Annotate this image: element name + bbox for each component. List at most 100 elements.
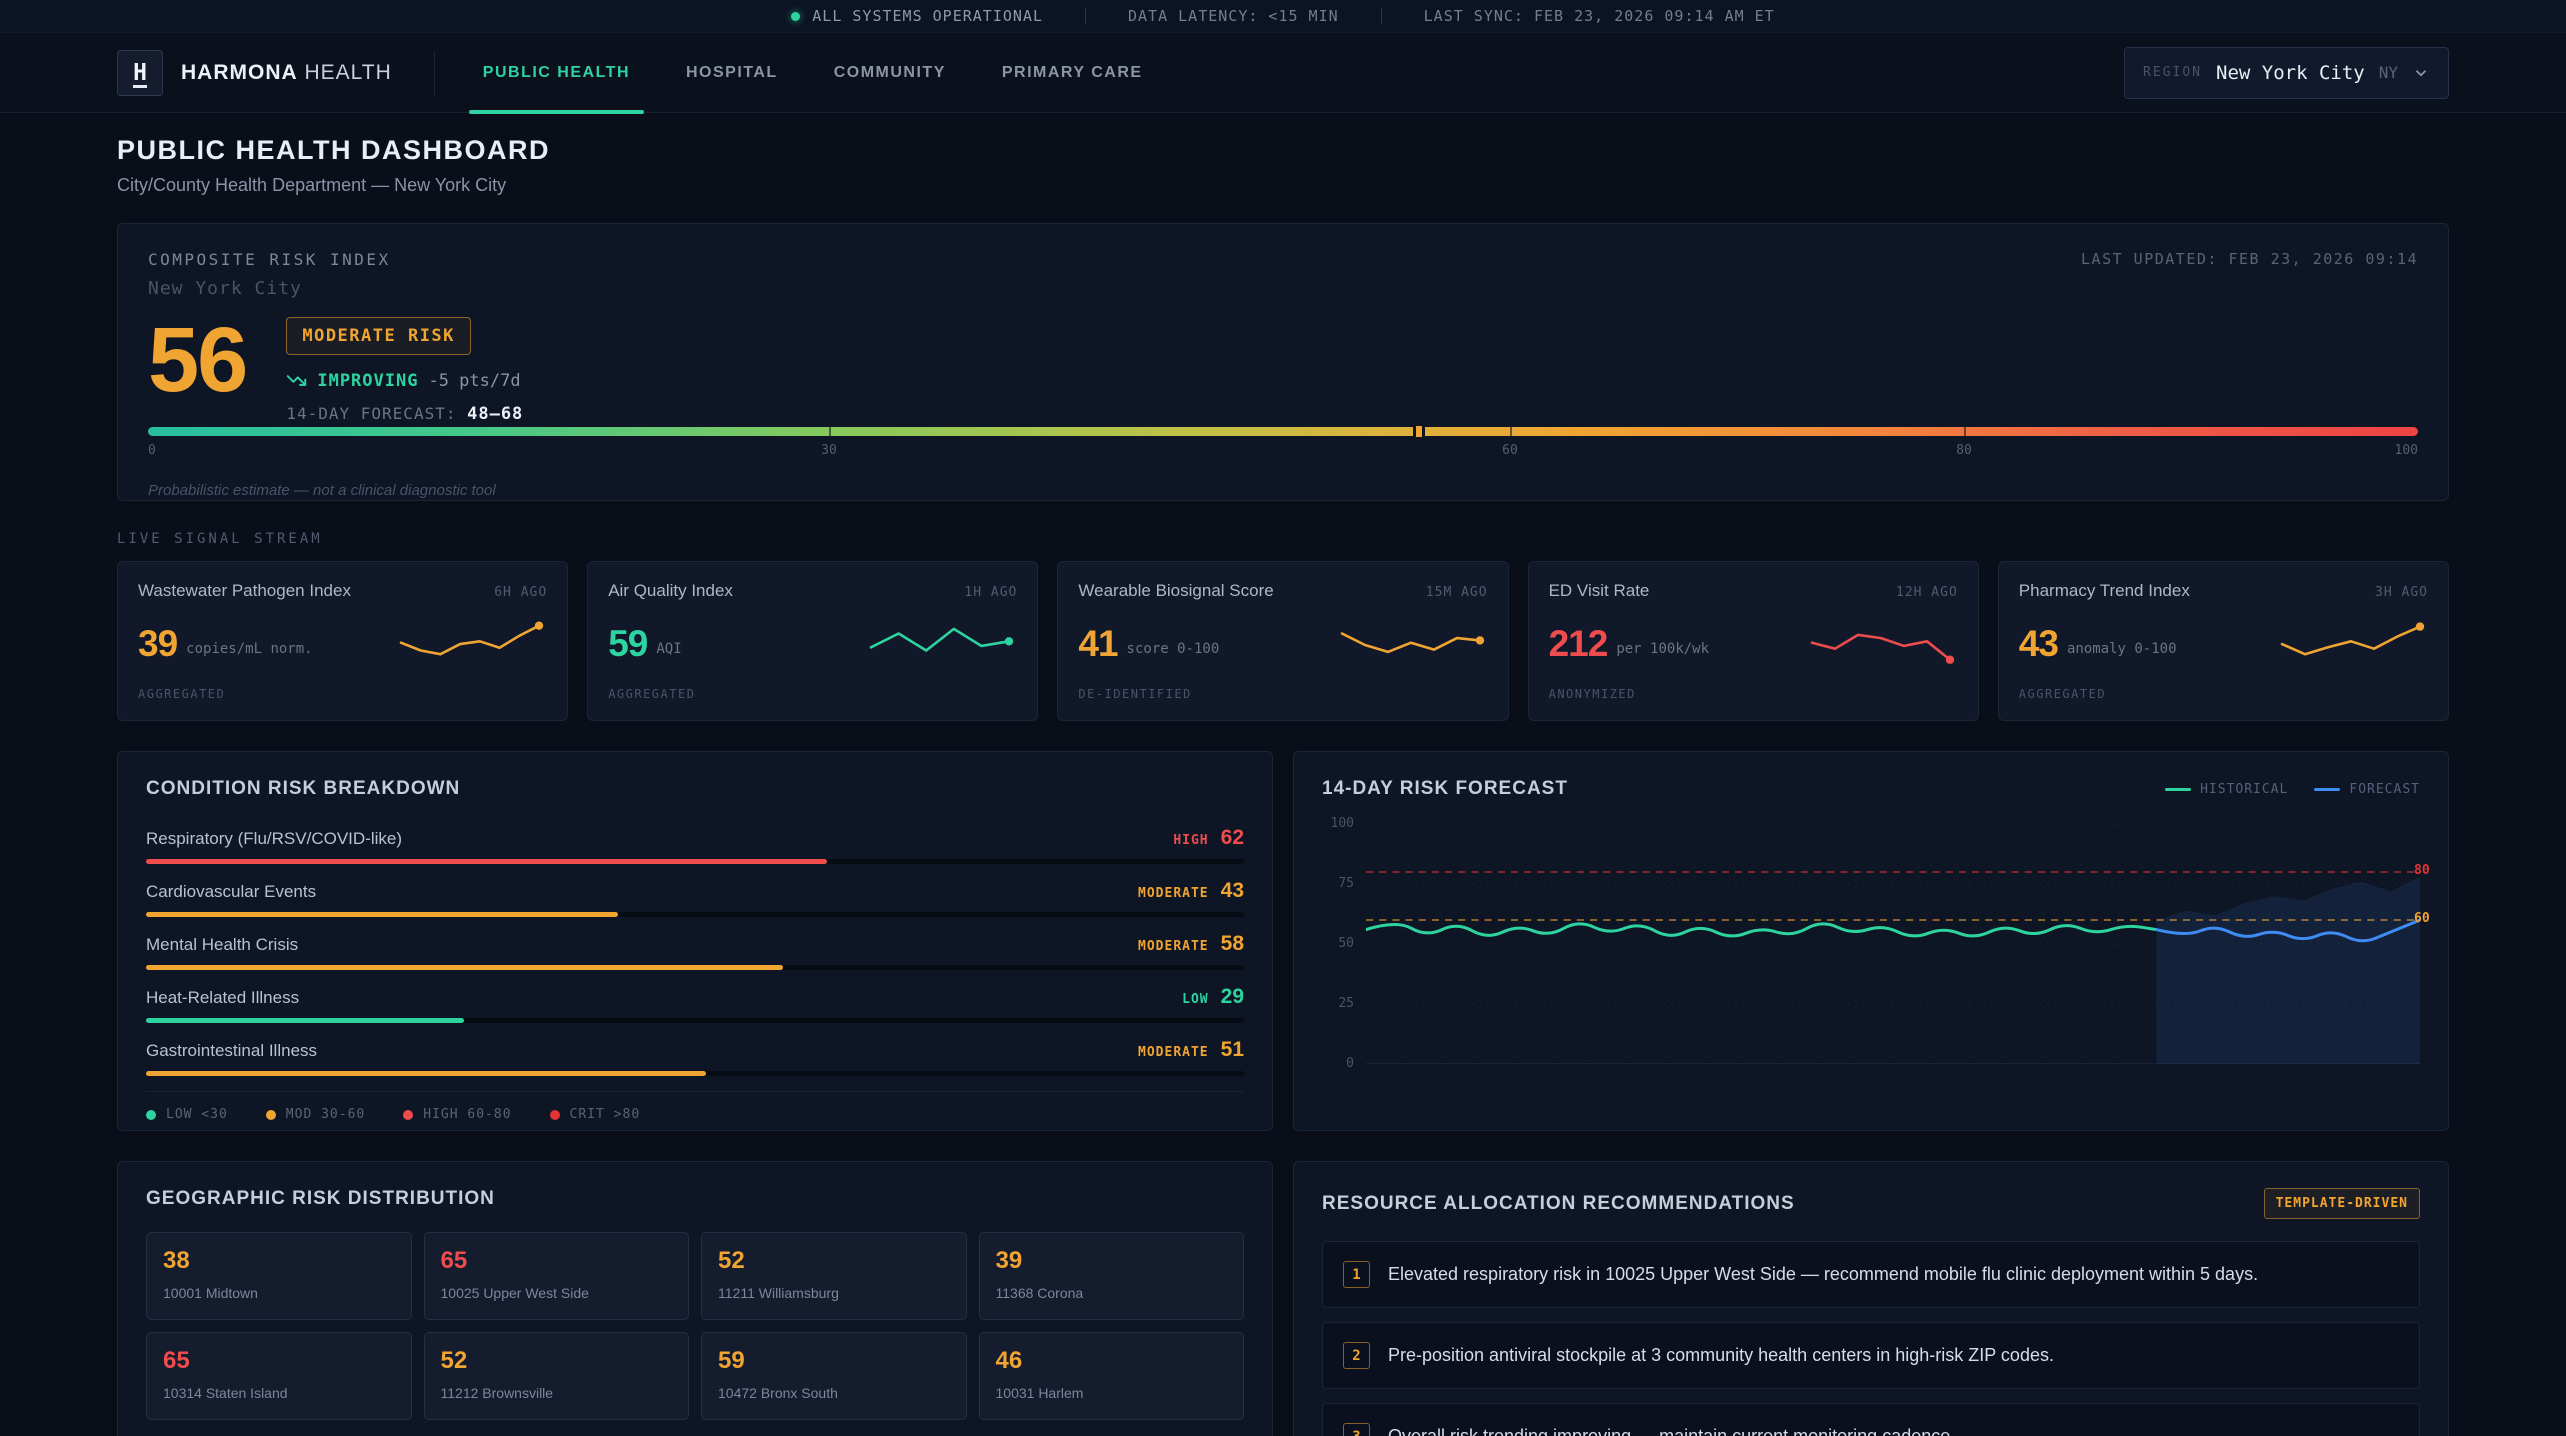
condition-row-cardiovascular: Cardiovascular Events MODERATE 43 xyxy=(146,879,1244,917)
y-tick: 25 xyxy=(1338,996,1354,1011)
zip-tile-10031: 46 10031 Harlem xyxy=(979,1332,1245,1420)
legend-moderate: MOD 30-60 xyxy=(266,1107,365,1122)
gauge-tick: 30 xyxy=(821,443,837,458)
condition-risk-card: CONDITION RISK BREAKDOWN Respiratory (Fl… xyxy=(117,751,1273,1131)
gauge-marker xyxy=(1413,423,1425,440)
legend-dot-icon xyxy=(403,1110,413,1120)
condition-name: Mental Health Crisis xyxy=(146,935,298,955)
trend-word: IMPROVING xyxy=(317,371,418,391)
tab-label: PUBLIC HEALTH xyxy=(483,64,630,82)
condition-bar xyxy=(146,1071,706,1076)
zip-risk-value: 39 xyxy=(996,1247,1228,1275)
zip-tile-grid: 3810001 Midtown 6510025 Upper West Side … xyxy=(146,1232,1244,1420)
forecast-title: 14-DAY RISK FORECAST xyxy=(1322,778,1568,800)
severity-label: MODERATE xyxy=(1138,886,1209,901)
template-driven-badge: TEMPLATE-DRIVEN xyxy=(2264,1188,2420,1219)
risk-gauge-bar xyxy=(148,427,2418,436)
legend-label: MOD 30-60 xyxy=(286,1107,365,1122)
legend-critical: CRIT >80 xyxy=(550,1107,641,1122)
zip-tile-10314: 6510314 Staten Island xyxy=(146,1332,412,1420)
condition-bar xyxy=(146,912,618,917)
legend-forecast: FORECAST xyxy=(2314,782,2420,797)
primary-nav: PUBLIC HEALTH HOSPITAL COMMUNITY PRIMARY… xyxy=(477,33,1149,113)
privacy-tag: AGGREGATED xyxy=(608,687,1017,701)
zip-tile-10472: 5910472 Bronx South xyxy=(701,1332,967,1420)
severity-label: MODERATE xyxy=(1138,939,1209,954)
signal-card-pharmacy: Pharmacy Trend Index3H AGO 43 anomaly 0-… xyxy=(1998,561,2449,721)
gauge-tick: 60 xyxy=(1502,443,1518,458)
signal-unit: anomaly 0-100 xyxy=(2067,641,2177,657)
zip-risk-value: 46 xyxy=(996,1347,1228,1375)
main-content: PUBLIC HEALTH DASHBOARD City/County Heal… xyxy=(0,135,2566,1436)
zip-label: 10031 Harlem xyxy=(996,1385,1228,1401)
privacy-tag: ANONYMIZED xyxy=(1549,687,1958,701)
brand-name: HARMONA HEALTH xyxy=(181,61,392,85)
recommendation-number: 2 xyxy=(1343,1342,1370,1369)
composite-risk-card: COMPOSITE RISK INDEX LAST UPDATED: FEB 2… xyxy=(117,223,2449,501)
condition-row-gastrointestinal: Gastrointestinal Illness MODERATE 51 xyxy=(146,1038,1244,1076)
forecast-plot-area: 80 60 xyxy=(1366,824,2420,1064)
disclaimer: Probabilistic estimate — not a clinical … xyxy=(148,482,496,499)
condition-value: 29 xyxy=(1221,985,1244,1009)
system-status-text: ALL SYSTEMS OPERATIONAL xyxy=(812,7,1043,25)
recommendation-text: Elevated respiratory risk in 10025 Upper… xyxy=(1388,1264,2258,1285)
zip-label: 10001 Midtown xyxy=(163,1285,395,1301)
condition-bar xyxy=(146,965,783,970)
data-latency-text: DATA LATENCY: <15 MIN xyxy=(1128,7,1339,25)
condition-row-heat: Heat-Related Illness LOW 29 xyxy=(146,985,1244,1023)
resources-title: RESOURCE ALLOCATION RECOMMENDATIONS xyxy=(1322,1193,1795,1215)
region-value: New York City xyxy=(2216,62,2365,84)
logo-letter: H xyxy=(133,60,147,86)
recommendation-3: 3 Overall risk trending improving — main… xyxy=(1322,1403,2420,1436)
region-selector[interactable]: REGION New York City NY xyxy=(2124,47,2449,99)
recommendation-text: Overall risk trending improving — mainta… xyxy=(1388,1426,1955,1436)
signal-name: Pharmacy Trend Index xyxy=(2019,581,2190,601)
severity-label: LOW xyxy=(1182,992,1208,1007)
signal-grid: Wastewater Pathogen Index6H AGO 39 copie… xyxy=(117,561,2449,721)
gauge-tick: 100 xyxy=(2395,443,2418,458)
tab-public-health[interactable]: PUBLIC HEALTH xyxy=(477,33,636,113)
gauge-tick: 80 xyxy=(1956,443,1972,458)
signal-unit: score 0-100 xyxy=(1127,641,1220,657)
tab-primary-care[interactable]: PRIMARY CARE xyxy=(996,33,1149,113)
last-sync: LAST SYNC: FEB 23, 2026 09:14 AM ET xyxy=(1424,7,1775,25)
app-header: H HARMONA HEALTH PUBLIC HEALTH HOSPITAL … xyxy=(0,33,2566,113)
condition-row-respiratory: Respiratory (Flu/RSV/COVID-like) HIGH 62 xyxy=(146,826,1244,864)
condition-value: 43 xyxy=(1221,879,1244,903)
y-tick: 50 xyxy=(1338,936,1354,951)
condition-row-mental-health: Mental Health Crisis MODERATE 58 xyxy=(146,932,1244,970)
legend-label: LOW <30 xyxy=(166,1107,228,1122)
recommendation-text: Pre-position antiviral stockpile at 3 co… xyxy=(1388,1345,2054,1366)
condition-name: Respiratory (Flu/RSV/COVID-like) xyxy=(146,829,402,849)
condition-name: Cardiovascular Events xyxy=(146,882,316,902)
zip-risk-value: 38 xyxy=(163,1247,395,1275)
sparkline-chart xyxy=(2278,615,2428,673)
tab-community[interactable]: COMMUNITY xyxy=(828,33,952,113)
zip-risk-value: 52 xyxy=(441,1347,673,1375)
zip-tile-10025: 65 10025 Upper West Side xyxy=(424,1232,690,1320)
condition-rows: Respiratory (Flu/RSV/COVID-like) HIGH 62… xyxy=(146,826,1244,1076)
legend-label: HISTORICAL xyxy=(2200,782,2288,797)
sparkline-chart xyxy=(397,615,547,673)
signal-card-wearable: Wearable Biosignal Score15M AGO 41 score… xyxy=(1057,561,1508,721)
zip-risk-value: 65 xyxy=(441,1247,673,1275)
condition-value: 51 xyxy=(1221,1038,1244,1062)
y-axis-labels: 100 75 50 25 0 xyxy=(1322,824,1366,1064)
privacy-tag: DE-IDENTIFIED xyxy=(1078,687,1487,701)
legend-high: HIGH 60-80 xyxy=(403,1107,511,1122)
signal-name: Wastewater Pathogen Index xyxy=(138,581,351,601)
zip-risk-value: 52 xyxy=(718,1247,950,1275)
signal-unit: per 100k/wk xyxy=(1616,641,1709,657)
tab-hospital[interactable]: HOSPITAL xyxy=(680,33,784,113)
recommendation-1: 1 Elevated respiratory risk in 10025 Upp… xyxy=(1322,1241,2420,1308)
sparkline-chart xyxy=(867,615,1017,673)
brand-bold: HARMONA xyxy=(181,61,298,84)
forecast-range: 48–68 xyxy=(467,404,523,424)
condition-value: 62 xyxy=(1221,826,1244,850)
last-sync-text: LAST SYNC: FEB 23, 2026 09:14 AM ET xyxy=(1424,7,1775,25)
zip-tile-10001: 38 10001 Midtown xyxy=(146,1232,412,1320)
zip-label: 10025 Upper West Side xyxy=(441,1285,673,1301)
recommendation-2: 2 Pre-position antiviral stockpile at 3 … xyxy=(1322,1322,2420,1389)
legend-dot-icon xyxy=(550,1110,560,1120)
signal-value: 212 xyxy=(1549,623,1608,665)
